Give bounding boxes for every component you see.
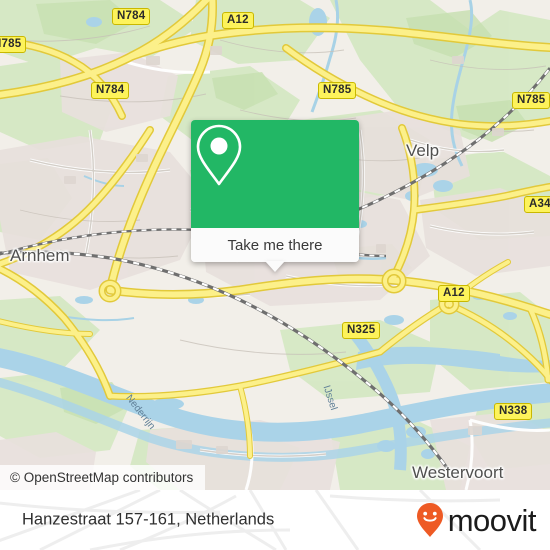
page-title: Hanzestraat 157-161, Netherlands: [22, 510, 275, 529]
card-action-label: Take me there: [227, 236, 323, 254]
card-icon-area: [191, 120, 359, 228]
moovit-wordmark: moovit: [447, 502, 537, 538]
moovit-brand: moovit: [413, 500, 537, 540]
osm-attribution[interactable]: © OpenStreetMap contributors: [0, 465, 206, 490]
take-me-there-card[interactable]: Take me there: [191, 120, 359, 272]
road-shield: N785: [318, 82, 357, 99]
place-label-arnhem: Arnhem: [10, 246, 70, 265]
osm-attribution-text: © OpenStreetMap contributors: [10, 470, 194, 485]
road-shield: A12: [222, 12, 254, 29]
road-shield: N785: [512, 92, 550, 109]
road-shield: N338: [494, 403, 533, 420]
road-shield: A348: [524, 196, 550, 213]
road-shield: N784: [112, 8, 151, 25]
place-label-velp: Velp: [406, 141, 440, 160]
place-label-westervoort: Westervoort: [412, 463, 504, 482]
map-pin-icon: [196, 124, 242, 186]
map-canvas[interactable]: N784 A12 N785 N784 N785 N785 A348 A12 N3…: [0, 0, 550, 490]
road-shield: A12: [438, 285, 470, 302]
road-shield: N325: [342, 322, 381, 339]
card-pointer-tail: [265, 261, 285, 272]
moovit-smiley-pin-icon: [416, 503, 443, 537]
moovit-map-screenshot: N784 A12 N785 N784 N785 N785 A348 A12 N3…: [0, 0, 550, 550]
road-shield: N785: [0, 36, 27, 53]
footer-bar: Hanzestraat 157-161, Netherlands moovit: [0, 490, 550, 550]
road-shield: N784: [91, 82, 130, 99]
card-action-footer[interactable]: Take me there: [191, 228, 359, 272]
